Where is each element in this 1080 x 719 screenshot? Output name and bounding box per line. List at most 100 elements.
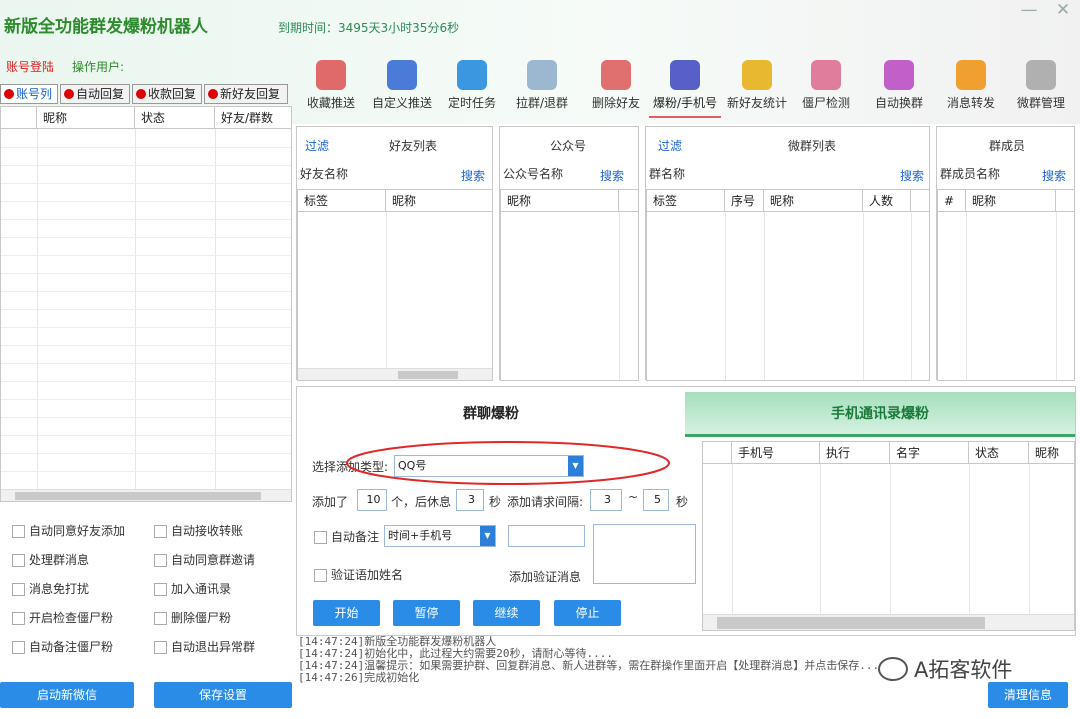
clear-log-button[interactable]: 清理信息: [988, 682, 1068, 708]
option-checkbox[interactable]: 自动同意好友添加: [12, 523, 125, 539]
close-button[interactable]: ✕: [1048, 0, 1078, 22]
column-tag: 标签: [647, 190, 725, 212]
note-format-select[interactable]: 时间+手机号 ▼: [384, 525, 496, 547]
option-checkbox[interactable]: 自动备注僵尸粉: [12, 639, 113, 655]
favorite-push-icon: [316, 60, 346, 90]
toolbar-label: 拉群/退群: [515, 96, 569, 110]
column-name: 名字: [890, 442, 969, 464]
toolbar-label: 爆粉/手机号: [652, 96, 718, 110]
option-checkbox[interactable]: 处理群消息: [12, 552, 89, 568]
toolbar-label: 新好友统计: [726, 96, 787, 110]
group-pull-icon: [527, 60, 557, 90]
friend-list-title: 好友列表: [389, 139, 438, 153]
toolbar-new-friend-stats-button[interactable]: 新好友统计: [722, 60, 792, 118]
start-button[interactable]: 开始: [313, 600, 380, 626]
note-text-input[interactable]: [508, 525, 585, 547]
tab-auto-reply[interactable]: 自动回复: [60, 84, 130, 104]
official-search-link[interactable]: 搜索: [600, 167, 624, 184]
official-title: 公众号: [550, 139, 587, 153]
group-search-link[interactable]: 搜索: [900, 167, 924, 184]
horizontal-scrollbar[interactable]: [703, 614, 1074, 630]
option-checkbox[interactable]: 删除僵尸粉: [154, 610, 231, 626]
group-member-panel: 群成员 群成员名称 搜索 # 昵称: [936, 126, 1075, 381]
phone-grid[interactable]: 手机号 执行 名字 状态 昵称: [702, 441, 1075, 631]
operator-label: 操作用户:: [72, 60, 125, 74]
horizontal-scrollbar[interactable]: [298, 368, 492, 380]
friend-filter-link[interactable]: 过滤: [305, 137, 329, 154]
start-wechat-button[interactable]: 启动新微信: [0, 682, 134, 708]
option-checkbox[interactable]: 加入通讯录: [154, 581, 231, 597]
column-count: 人数: [863, 190, 911, 212]
tab-payment-reply[interactable]: 收款回复: [132, 84, 202, 104]
added-label: 添加了: [312, 495, 349, 509]
toolbar-delete-friend-button[interactable]: 删除好友: [586, 60, 646, 118]
horizontal-scrollbar[interactable]: [1, 489, 291, 501]
seconds-label: 秒: [489, 495, 502, 509]
toolbar-favorite-push-button[interactable]: 收藏推送: [300, 60, 362, 118]
toolbar-auto-switch-group-button[interactable]: 自动换群: [868, 60, 930, 118]
verify-message-textarea[interactable]: [593, 524, 696, 584]
group-filter-link[interactable]: 过滤: [658, 137, 682, 154]
chevron-down-icon: ▼: [480, 526, 495, 546]
toolbar-group-pull-button[interactable]: 拉群/退群: [512, 60, 572, 118]
friend-name-label: 好友名称: [300, 167, 349, 181]
stop-button[interactable]: 停止: [554, 600, 621, 626]
minimize-button[interactable]: —: [1014, 0, 1044, 22]
friend-grid[interactable]: 标签 昵称: [297, 189, 493, 381]
column-nickname: 昵称: [386, 190, 492, 212]
account-grid[interactable]: 昵称 状态 好友/群数: [0, 106, 292, 502]
auto-note-checkbox[interactable]: 自动备注: [314, 529, 379, 545]
column-nickname: 昵称: [966, 190, 1056, 212]
added-count-input[interactable]: 10: [357, 489, 387, 511]
option-checkbox[interactable]: 消息免打扰: [12, 581, 89, 597]
toolbar-group-manage-button[interactable]: 微群管理: [1012, 60, 1070, 118]
column-blank: [1, 107, 37, 129]
rest-seconds-input[interactable]: 3: [456, 489, 484, 511]
member-search-link[interactable]: 搜索: [1042, 167, 1066, 184]
interval-min-input[interactable]: 3: [590, 489, 622, 511]
column-status: 状态: [969, 442, 1029, 464]
friend-search-link[interactable]: 搜索: [461, 167, 485, 184]
interval-max-input[interactable]: 5: [643, 489, 669, 511]
pause-button[interactable]: 暂停: [393, 600, 460, 626]
toolbar-label: 自动换群: [874, 96, 923, 110]
member-name-label: 群成员名称: [940, 167, 1001, 181]
toolbar-zombie-detect-button[interactable]: 僵尸检测: [796, 60, 856, 118]
group-name-label: 群名称: [649, 167, 686, 181]
highlight-ellipse: [346, 441, 670, 485]
member-title: 群成员: [989, 139, 1026, 153]
option-checkbox[interactable]: 开启检查僵尸粉: [12, 610, 113, 626]
column-status: 状态: [135, 107, 215, 129]
toolbar-phone-fans-button[interactable]: 爆粉/手机号: [649, 60, 721, 118]
group-list-panel: 过滤 微群列表 群名称 搜索 标签 序号 昵称 人数: [645, 126, 930, 381]
option-checkbox[interactable]: 自动同意群邀请: [154, 552, 255, 568]
tab-new-friend-reply[interactable]: 新好友回复: [204, 84, 288, 104]
zombie-detect-icon: [811, 60, 841, 90]
watermark: A拓客软件: [878, 654, 1012, 684]
expire-time: 到期时间：3495天3小时35分6秒: [278, 21, 460, 35]
member-grid[interactable]: # 昵称: [937, 189, 1075, 381]
toolbar-message-forward-button[interactable]: 消息转发: [940, 60, 1002, 118]
verify-name-checkbox[interactable]: 验证语加姓名: [314, 567, 403, 583]
option-checkbox[interactable]: 自动退出异常群: [154, 639, 255, 655]
option-checkbox[interactable]: 自动接收转账: [154, 523, 243, 539]
account-login-link[interactable]: 账号登陆: [6, 58, 54, 75]
group-list-title: 微群列表: [788, 139, 837, 153]
tab-label: 账号列: [16, 87, 53, 101]
seconds-label-2: 秒: [676, 495, 689, 509]
tab-group-chat-fans[interactable]: 群聊爆粉: [298, 392, 684, 437]
official-grid[interactable]: 昵称: [500, 189, 639, 381]
continue-button[interactable]: 继续: [473, 600, 540, 626]
tab-account-list[interactable]: 账号列: [0, 84, 58, 104]
column-index: 序号: [725, 190, 764, 212]
save-settings-button[interactable]: 保存设置: [154, 682, 292, 708]
toolbar-label: 自定义推送: [371, 96, 432, 110]
toolbar-custom-push-button[interactable]: 自定义推送: [370, 60, 434, 118]
toolbar-scheduled-task-button[interactable]: 定时任务: [444, 60, 500, 118]
column-blank: [703, 442, 732, 464]
group-grid[interactable]: 标签 序号 昵称 人数: [646, 189, 930, 381]
tab-phone-contacts-fans[interactable]: 手机通讯录爆粉: [685, 392, 1075, 437]
official-name-label: 公众号名称: [503, 167, 564, 181]
add-verify-label: 添加验证消息: [509, 570, 582, 584]
watermark-text: A拓客软件: [914, 658, 1013, 682]
